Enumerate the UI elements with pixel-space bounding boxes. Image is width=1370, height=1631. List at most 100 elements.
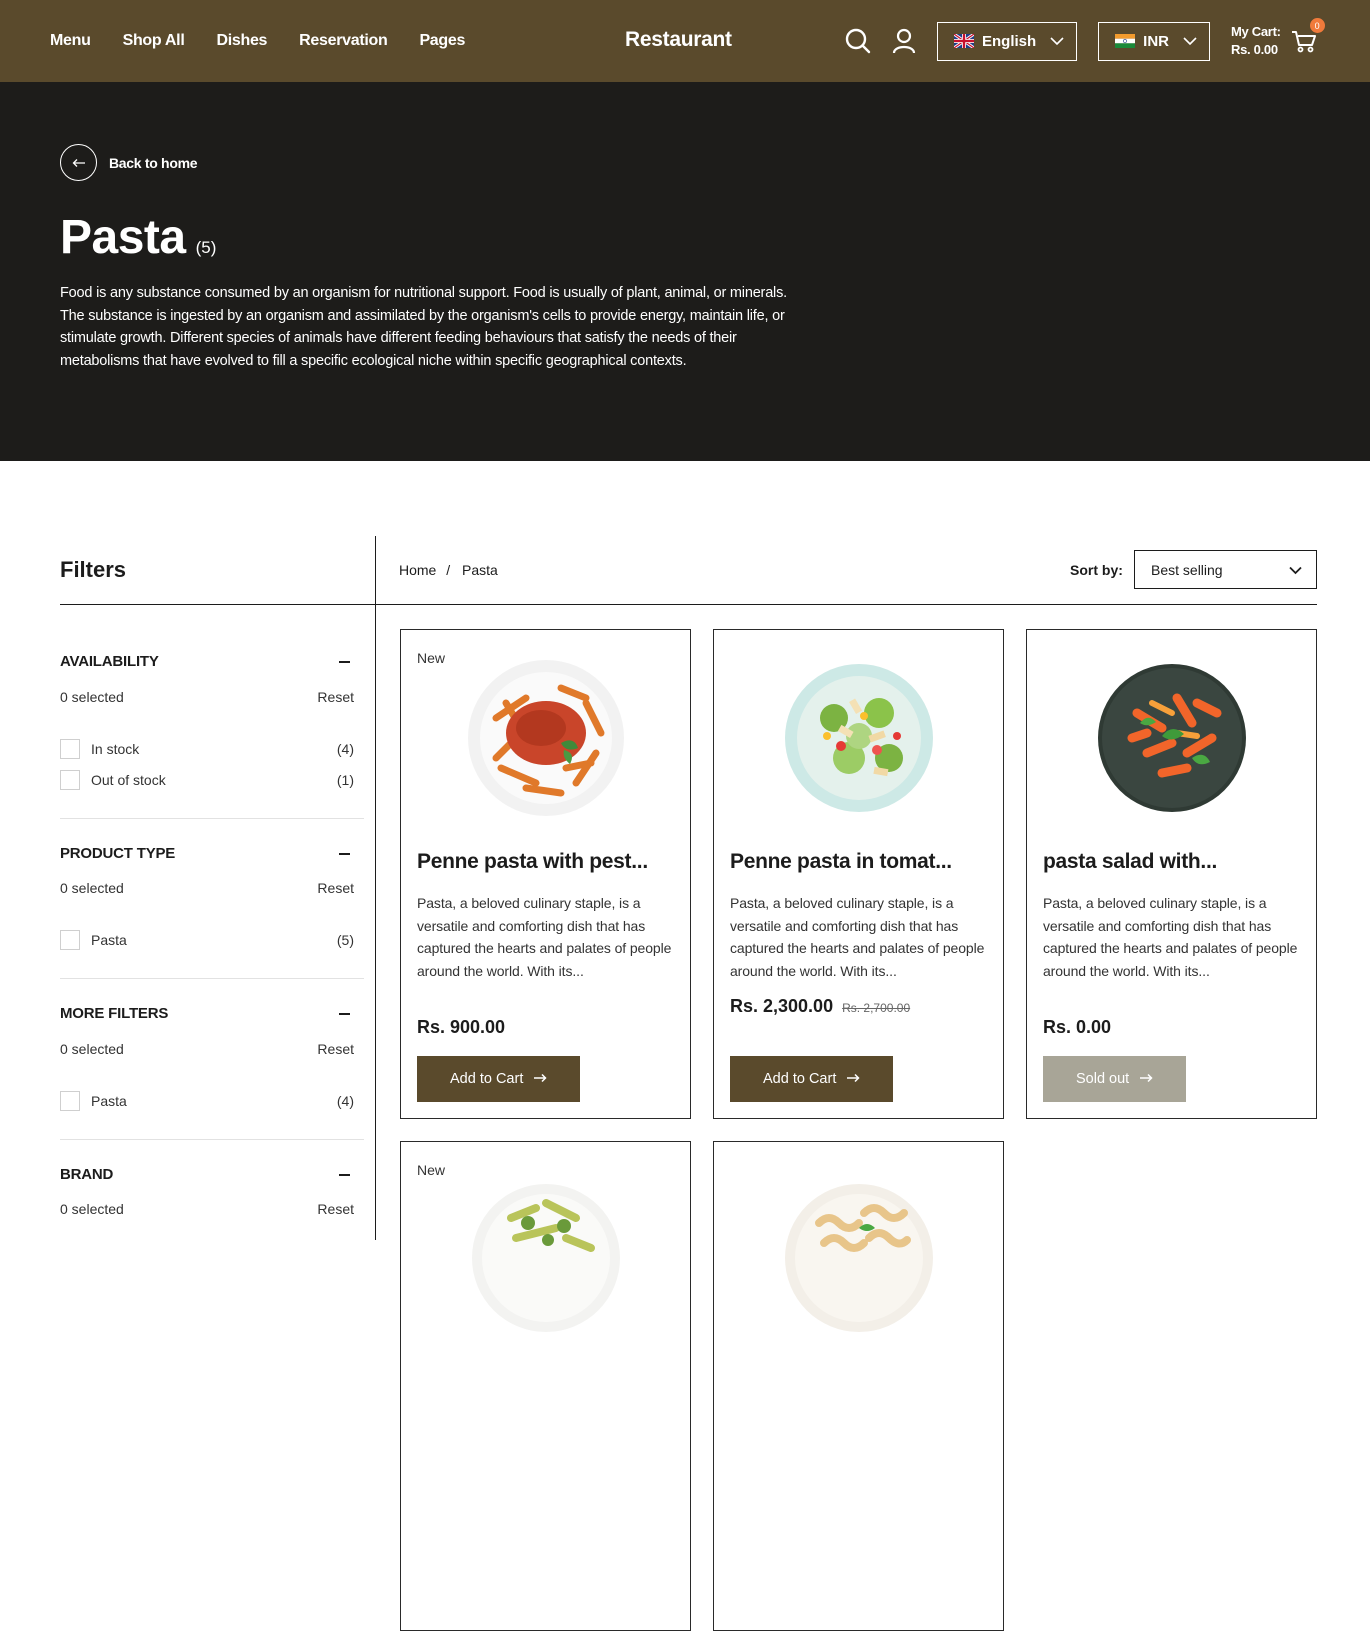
cart-total: Rs. 0.00 <box>1231 42 1278 57</box>
filter-option-pasta[interactable]: Pasta (4) <box>60 1091 364 1111</box>
product-card[interactable]: pasta salad with... Pasta, a beloved cul… <box>1026 629 1317 1119</box>
filter-group-toggle[interactable]: AVAILABILITY <box>60 653 364 670</box>
nav-menu[interactable]: Menu <box>50 32 91 50</box>
search-icon[interactable] <box>845 28 871 54</box>
product-title[interactable]: Penne pasta with pest... <box>417 850 648 874</box>
filters-heading: Filters <box>60 557 127 582</box>
back-to-home-label: Back to home <box>109 154 198 171</box>
arrow-right-icon <box>533 1071 547 1087</box>
filter-selected-count: 0 selected <box>60 1201 124 1217</box>
uk-flag-icon <box>953 32 975 50</box>
breadcrumb-separator: / <box>446 562 451 578</box>
sort-dropdown[interactable]: Best selling <box>1134 550 1317 589</box>
filter-checkbox[interactable] <box>60 770 80 790</box>
product-card[interactable]: Penne pasta in tomat... Pasta, a beloved… <box>713 629 1004 1119</box>
filter-group-title: AVAILABILITY <box>60 653 159 670</box>
filter-group-toggle[interactable]: MORE FILTERS <box>60 1005 364 1022</box>
sold-out-button[interactable]: Sold out <box>1043 1056 1187 1102</box>
add-to-cart-button[interactable]: Add to Cart <box>730 1056 894 1102</box>
product-image[interactable] <box>466 1178 626 1338</box>
filter-selection-row: 0 selected Reset <box>60 880 364 896</box>
filter-option-label: Out of stock <box>91 772 166 788</box>
nav-dishes[interactable]: Dishes <box>216 32 267 50</box>
mini-cart[interactable]: My Cart: Rs. 0.00 0 <box>1231 18 1325 59</box>
product-price: Rs. 2,300.00 Rs. 2,700.00 <box>730 996 910 1017</box>
filter-reset-link[interactable]: Reset <box>317 880 354 896</box>
add-to-cart-label: Add to Cart <box>450 1071 524 1087</box>
product-image[interactable] <box>1092 658 1252 818</box>
filter-option-pasta[interactable]: Pasta (5) <box>60 930 364 950</box>
filter-selected-count: 0 selected <box>60 1041 124 1057</box>
sort-value: Best selling <box>1151 561 1223 578</box>
filter-selection-row: 0 selected Reset <box>60 1201 364 1217</box>
column-divider <box>375 536 376 1240</box>
filter-separator <box>60 818 364 819</box>
site-logo[interactable]: Restaurant <box>625 28 732 52</box>
filter-reset-link[interactable]: Reset <box>317 1041 354 1057</box>
filter-option-in-stock[interactable]: In stock (4) <box>60 739 364 759</box>
currency-label: INR <box>1143 32 1170 50</box>
back-to-home-link[interactable]: Back to home <box>60 144 198 181</box>
chevron-down-icon <box>1050 33 1064 50</box>
breadcrumb: Home / Pasta <box>399 562 498 578</box>
current-price: Rs. 900.00 <box>417 1017 506 1037</box>
product-card[interactable] <box>713 1141 1004 1631</box>
collapse-icon[interactable] <box>339 660 350 663</box>
chevron-down-icon <box>1289 562 1302 578</box>
cart-label: My Cart: <box>1231 24 1281 39</box>
breadcrumb-home[interactable]: Home <box>399 562 436 578</box>
arrow-right-icon <box>1139 1071 1153 1087</box>
collapse-icon[interactable] <box>339 1173 350 1176</box>
filter-reset-link[interactable]: Reset <box>317 1201 354 1217</box>
nav-shop-all[interactable]: Shop All <box>123 32 185 50</box>
filter-option-label: In stock <box>91 741 140 757</box>
collection-title: Pasta (5) <box>60 210 216 265</box>
filter-checkbox[interactable] <box>60 739 80 759</box>
cart-icon[interactable]: 0 <box>1291 18 1325 54</box>
nav-reservation[interactable]: Reservation <box>299 32 388 50</box>
filter-option-count: (5) <box>336 932 354 948</box>
filter-separator <box>60 1139 364 1140</box>
filter-option-out-of-stock[interactable]: Out of stock (1) <box>60 770 364 790</box>
filter-option-label: Pasta <box>91 1093 127 1109</box>
product-image[interactable] <box>779 658 939 818</box>
current-price: Rs. 2,300.00 <box>730 996 834 1016</box>
filter-selected-count: 0 selected <box>60 689 124 705</box>
product-description: Pasta, a beloved culinary staple, is a v… <box>730 895 985 979</box>
main-nav: Menu Shop All Dishes Reservation Pages <box>50 32 465 50</box>
breadcrumb-current: Pasta <box>462 562 498 578</box>
add-to-cart-button[interactable]: Add to Cart <box>417 1056 581 1102</box>
filter-checkbox[interactable] <box>60 1091 80 1111</box>
nav-pages[interactable]: Pages <box>419 32 465 50</box>
product-title[interactable]: pasta salad with... <box>1043 850 1217 874</box>
filter-group-availability: AVAILABILITY 0 selected Reset In stock (… <box>60 653 364 790</box>
top-navigation-bar: Menu Shop All Dishes Reservation Pages R… <box>0 0 1370 82</box>
user-icon[interactable] <box>891 28 917 54</box>
collapse-icon[interactable] <box>339 1012 350 1015</box>
product-card[interactable]: New Penne pasta with pest... Pasta, a be… <box>400 629 691 1119</box>
currency-selector[interactable]: INR <box>1098 21 1211 61</box>
filter-option-label: Pasta <box>91 932 127 948</box>
filter-group-toggle[interactable]: BRAND <box>60 1166 364 1183</box>
filter-selected-count: 0 selected <box>60 880 124 896</box>
collapse-icon[interactable] <box>339 852 350 855</box>
language-selector[interactable]: English <box>937 21 1078 61</box>
current-price: Rs. 0.00 <box>1043 1017 1112 1037</box>
chevron-down-icon <box>1183 33 1197 50</box>
filter-option-count: (1) <box>336 772 354 788</box>
page-title: Pasta <box>60 211 186 264</box>
product-image[interactable] <box>466 658 626 818</box>
filter-reset-link[interactable]: Reset <box>317 689 354 705</box>
header-actions: English INR My Cart: Rs. 0.00 0 <box>845 0 1325 82</box>
product-card[interactable]: New <box>400 1141 691 1631</box>
product-title[interactable]: Penne pasta in tomat... <box>730 850 952 874</box>
filter-group-toggle[interactable]: PRODUCT TYPE <box>60 845 364 862</box>
collection-hero: Back to home Pasta (5) Food is any subst… <box>0 82 1370 461</box>
product-description: Pasta, a beloved culinary staple, is a v… <box>417 895 672 979</box>
cart-count-badge: 0 <box>1309 18 1325 33</box>
new-badge: New <box>417 650 446 666</box>
filter-checkbox[interactable] <box>60 930 80 950</box>
filter-group-title: MORE FILTERS <box>60 1005 169 1022</box>
filter-group-title: PRODUCT TYPE <box>60 845 176 862</box>
product-image[interactable] <box>779 1178 939 1338</box>
